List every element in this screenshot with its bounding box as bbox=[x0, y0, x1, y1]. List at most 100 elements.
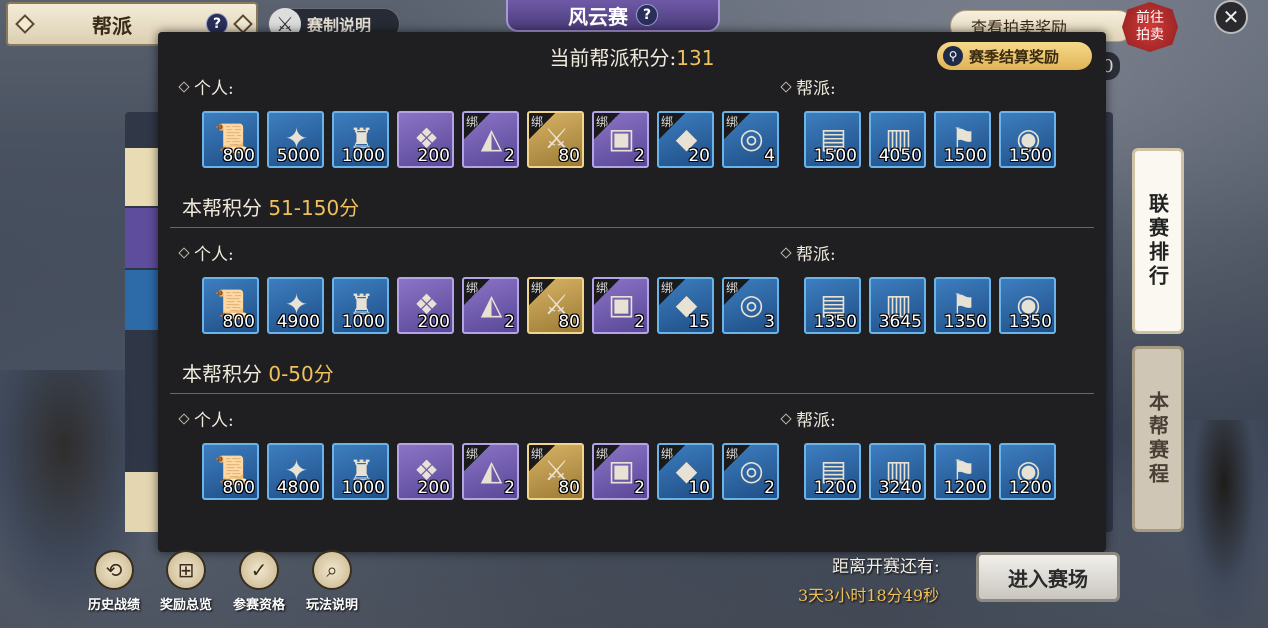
event-title-banner: 风云赛 ? bbox=[506, 0, 720, 32]
reward-item[interactable]: 📜 800 bbox=[202, 443, 259, 500]
close-icon[interactable]: ✕ bbox=[1214, 0, 1248, 34]
reward-quantity: 3645 bbox=[878, 312, 922, 332]
bound-mark: 绑 bbox=[596, 115, 609, 129]
reward-item[interactable]: ▣ 绑 2 bbox=[592, 443, 649, 500]
reward-quantity: 800 bbox=[222, 312, 255, 332]
reward-item[interactable]: ◆ 绑 20 bbox=[657, 111, 714, 168]
history-button[interactable]: ⟲ 历史战绩 bbox=[76, 550, 152, 613]
countdown-value: 3天3小时18分49秒 bbox=[798, 586, 940, 605]
reward-item[interactable]: ◎ 绑 4 bbox=[722, 111, 779, 168]
reward-item[interactable]: ◭ 绑 2 bbox=[462, 277, 519, 334]
reward-item[interactable]: ⚑ 1350 bbox=[934, 277, 991, 334]
reward-quantity: 2 bbox=[634, 312, 645, 332]
reward-item[interactable]: ❖ 200 bbox=[397, 443, 454, 500]
reward-item[interactable]: ▥ 4050 bbox=[869, 111, 926, 168]
bound-corner-tag: 绑 bbox=[594, 113, 620, 139]
reward-item[interactable]: ✦ 4800 bbox=[267, 443, 324, 500]
reward-item[interactable]: ✦ 4900 bbox=[267, 277, 324, 334]
diamond-bullet-icon bbox=[780, 80, 792, 93]
rewards-overview-button[interactable]: ⊞ 奖励总览 bbox=[148, 550, 224, 613]
reward-item[interactable]: ◆ 绑 10 bbox=[657, 443, 714, 500]
bound-corner-tag: 绑 bbox=[724, 279, 750, 305]
reward-item[interactable]: ◭ 绑 2 bbox=[462, 443, 519, 500]
bound-mark: 绑 bbox=[596, 447, 609, 461]
bound-mark: 绑 bbox=[596, 281, 609, 295]
guild-tab-label: 帮派 bbox=[92, 13, 132, 38]
reward-item[interactable]: ♜ 1000 bbox=[332, 111, 389, 168]
goto-auction-label: 前往拍卖 bbox=[1136, 10, 1164, 43]
personal-reward-row: 📜 800 ✦ 4900 ♜ 1000 ❖ 200 ◭ 绑 2 ⚔ 绑 80 ▣ 绑 2 ◆ 绑 15 ◎ 绑 3 bbox=[202, 277, 779, 335]
countdown-label: 距离开赛还有: bbox=[832, 557, 940, 577]
reward-item[interactable]: ▥ 3645 bbox=[869, 277, 926, 334]
reward-quantity: 3 bbox=[764, 312, 775, 332]
reward-quantity: 200 bbox=[417, 478, 450, 498]
personal-label-text: 个人: bbox=[194, 79, 234, 99]
season-rewards-button[interactable]: ⚲ 赛季结算奖励 bbox=[937, 42, 1092, 70]
bound-mark: 绑 bbox=[466, 115, 479, 129]
reward-quantity: 200 bbox=[417, 312, 450, 332]
reward-item[interactable]: ◉ 1500 bbox=[999, 111, 1056, 168]
tier-range: 51-150分 bbox=[268, 196, 360, 220]
reward-quantity: 2 bbox=[504, 146, 515, 166]
guild-reward-row: ▤ 1500 ▥ 4050 ⚑ 1500 ◉ 1500 bbox=[804, 111, 1056, 169]
reward-item[interactable]: ▤ 1500 bbox=[804, 111, 861, 168]
reward-item[interactable]: ◎ 绑 3 bbox=[722, 277, 779, 334]
personal-label-text: 个人: bbox=[194, 245, 234, 265]
diamond-bullet-icon bbox=[780, 246, 792, 259]
background-row-highlight bbox=[125, 148, 160, 206]
reward-item[interactable]: ◭ 绑 2 bbox=[462, 111, 519, 168]
reward-item[interactable]: ▤ 1350 bbox=[804, 277, 861, 334]
reward-item[interactable]: ▥ 3240 bbox=[869, 443, 926, 500]
enter-arena-button[interactable]: 进入赛场 bbox=[976, 552, 1120, 602]
diamond-bullet-icon bbox=[178, 246, 190, 259]
background-row-bottom bbox=[125, 472, 160, 532]
reward-quantity: 80 bbox=[558, 146, 580, 166]
tab-guild-schedule[interactable]: 本帮赛程 bbox=[1132, 346, 1184, 532]
tier-range: 0-50分 bbox=[268, 362, 334, 386]
reward-item[interactable]: ▣ 绑 2 bbox=[592, 111, 649, 168]
reward-quantity: 20 bbox=[688, 146, 710, 166]
reward-item[interactable]: ◆ 绑 15 bbox=[657, 277, 714, 334]
eligibility-label: 参赛资格 bbox=[232, 598, 285, 613]
reward-item[interactable]: ⚔ 绑 80 bbox=[527, 277, 584, 334]
reward-item[interactable]: ⚔ 绑 80 bbox=[527, 443, 584, 500]
reward-item[interactable]: ◉ 1200 bbox=[999, 443, 1056, 500]
howto-button[interactable]: ⌕ 玩法说明 bbox=[294, 550, 370, 613]
goto-auction-button[interactable]: 前往拍卖 bbox=[1122, 2, 1178, 52]
diamond-bullet-icon bbox=[780, 412, 792, 425]
bound-corner-tag: 绑 bbox=[659, 445, 685, 471]
reward-item[interactable]: ✦ 5000 bbox=[267, 111, 324, 168]
reward-item[interactable]: ◎ 绑 2 bbox=[722, 443, 779, 500]
bound-mark: 绑 bbox=[726, 115, 739, 129]
bound-mark: 绑 bbox=[466, 447, 479, 461]
reward-item[interactable]: ♜ 1000 bbox=[332, 443, 389, 500]
bound-mark: 绑 bbox=[466, 281, 479, 295]
reward-item[interactable]: ⚑ 1200 bbox=[934, 443, 991, 500]
eligibility-button[interactable]: ✓ 参赛资格 bbox=[221, 550, 297, 613]
howto-label: 玩法说明 bbox=[305, 598, 358, 613]
bound-corner-tag: 绑 bbox=[659, 113, 685, 139]
personal-reward-row: 📜 800 ✦ 4800 ♜ 1000 ❖ 200 ◭ 绑 2 ⚔ 绑 80 ▣ 绑 2 ◆ 绑 10 ◎ 绑 2 bbox=[202, 443, 779, 501]
reward-item[interactable]: ▤ 1200 bbox=[804, 443, 861, 500]
reward-quantity: 1200 bbox=[813, 478, 857, 498]
guild-reward-row: ▤ 1350 ▥ 3645 ⚑ 1350 ◉ 1350 bbox=[804, 277, 1056, 335]
reward-item[interactable]: ⚑ 1500 bbox=[934, 111, 991, 168]
reward-quantity: 2 bbox=[764, 478, 775, 498]
reward-item[interactable]: ❖ 200 bbox=[397, 277, 454, 334]
bound-corner-tag: 绑 bbox=[724, 113, 750, 139]
event-help-icon[interactable]: ? bbox=[636, 4, 658, 26]
reward-quantity: 4800 bbox=[276, 478, 320, 498]
reward-item[interactable]: ◉ 1350 bbox=[999, 277, 1056, 334]
reward-quantity: 2 bbox=[634, 146, 645, 166]
reward-item[interactable]: ▣ 绑 2 bbox=[592, 277, 649, 334]
reward-popup-panel: 当前帮派积分:131 ⚲ 赛季结算奖励 个人: 📜 800 ✦ 5000 ♜ 1000 ❖ 20… bbox=[158, 32, 1106, 552]
reward-item[interactable]: ♜ 1000 bbox=[332, 277, 389, 334]
reward-item[interactable]: 📜 800 bbox=[202, 277, 259, 334]
tab-league-ranking[interactable]: 联赛排行 bbox=[1132, 148, 1184, 334]
reward-item[interactable]: ❖ 200 bbox=[397, 111, 454, 168]
reward-item[interactable]: 📜 800 bbox=[202, 111, 259, 168]
reward-quantity: 10 bbox=[688, 478, 710, 498]
reward-item[interactable]: ⚔ 绑 80 bbox=[527, 111, 584, 168]
reward-quantity: 1350 bbox=[1008, 312, 1052, 332]
reward-quantity: 3240 bbox=[878, 478, 922, 498]
